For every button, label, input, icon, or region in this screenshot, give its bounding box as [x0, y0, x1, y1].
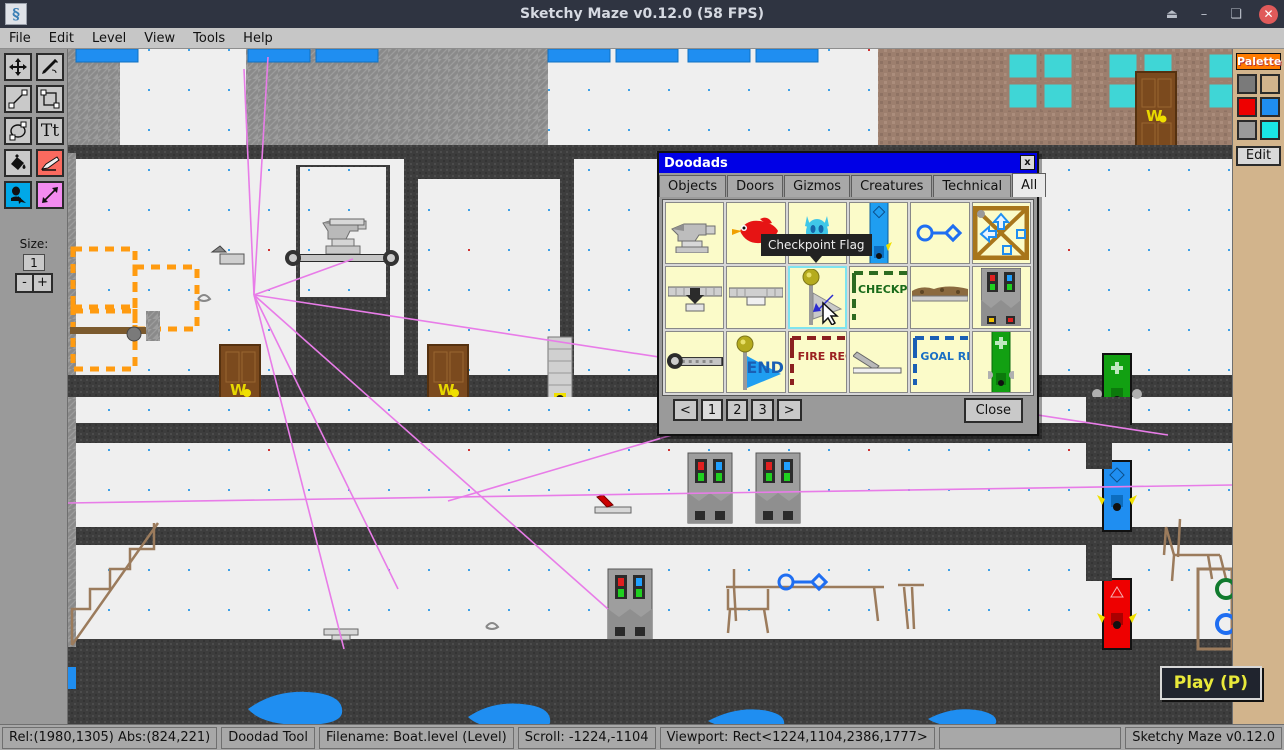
ellipse-tool[interactable]: [4, 117, 32, 145]
status-cursor-coords: Rel:(1980,1305) Abs:(824,221): [2, 726, 218, 749]
menu-tools[interactable]: Tools: [184, 28, 234, 49]
menu-view[interactable]: View: [135, 28, 184, 49]
doodad-green-door[interactable]: [971, 330, 1031, 393]
doodads-close-button[interactable]: Close: [963, 397, 1023, 423]
doodad-crumbly-floor[interactable]: [665, 266, 725, 329]
doodad-thin-platform[interactable]: [726, 266, 786, 329]
checkpoint-region-label: CHECKPOINT: [857, 283, 908, 297]
pan-tool[interactable]: [4, 53, 32, 81]
page-prev-button[interactable]: <: [673, 399, 698, 421]
doodads-grid: CHECKPOINT: [665, 202, 1031, 393]
goal-region-label: GOAL REGION: [920, 349, 968, 363]
doodads-grid-container: CHECKPOINT: [662, 199, 1034, 396]
menu-help[interactable]: Help: [234, 28, 282, 49]
page-1-button[interactable]: 1: [700, 399, 724, 421]
doodad-exit-flag[interactable]: END: [726, 330, 786, 393]
level-artwork: W W W: [68, 49, 1232, 724]
tab-gizmos[interactable]: Gizmos: [784, 175, 851, 197]
doodad-box[interactable]: [971, 202, 1031, 265]
swatch-tan[interactable]: [1260, 74, 1280, 94]
doodads-dialog-title: Doodads: [664, 155, 728, 171]
doodads-pagination: < 1 2 3 >: [673, 399, 802, 421]
exit-flag-label: END: [746, 357, 784, 377]
rectangle-tool[interactable]: [36, 85, 64, 113]
brush-size-increase-button[interactable]: +: [34, 273, 53, 293]
doodads-dialog[interactable]: Doodads x Objects Doors Gizmos Creatures…: [657, 151, 1047, 436]
doodad-electric-door[interactable]: [971, 266, 1031, 329]
close-icon[interactable]: ✕: [1259, 4, 1278, 24]
workspace: Tt Size: 1 - + W W W Palette Edit Play (…: [0, 49, 1284, 724]
swatch-solid-gray[interactable]: [1237, 74, 1257, 94]
maximize-icon[interactable]: ❏: [1227, 5, 1245, 23]
swatch-blue[interactable]: [1260, 97, 1280, 117]
minimize-icon[interactable]: –: [1195, 5, 1213, 23]
brush-size-decrease-button[interactable]: -: [15, 273, 34, 293]
window-title: Sketchy Maze v0.12.0 (58 FPS): [519, 6, 765, 22]
eject-icon[interactable]: ⏏: [1163, 5, 1181, 23]
tab-creatures[interactable]: Creatures: [851, 175, 933, 197]
tooltip: Checkpoint Flag: [761, 234, 872, 263]
status-filename: Filename: Boat.level (Level): [319, 726, 514, 749]
doodad-blue-key[interactable]: [910, 202, 970, 265]
page-3-button[interactable]: 3: [751, 399, 774, 421]
title-bar: § Sketchy Maze v0.12.0 (58 FPS) ⏏ – ❏ ✕: [0, 0, 1284, 28]
status-filler: [938, 726, 1122, 749]
doodad-checkpoint-region[interactable]: CHECKPOINT: [848, 266, 909, 329]
fill-tool[interactable]: [4, 149, 32, 177]
doodads-dialog-titlebar: Doodads x: [659, 153, 1037, 173]
doodad-goal-region[interactable]: GOAL REGION: [910, 330, 970, 393]
doodads-dialog-footer: < 1 2 3 > Close: [659, 386, 1037, 434]
page-2-button[interactable]: 2: [726, 399, 749, 421]
fire-region-label: FIRE REGION: [797, 349, 846, 363]
level-canvas[interactable]: W W W: [68, 49, 1232, 724]
svg-text:W: W: [1146, 107, 1163, 125]
status-viewport: Viewport: Rect<1224,1104,2386,1777>: [659, 726, 935, 749]
window-controls: ⏏ – ❏ ✕: [1163, 0, 1278, 28]
status-active-tool: Doodad Tool: [221, 726, 315, 749]
swatch-cyan[interactable]: [1260, 120, 1280, 140]
tab-all[interactable]: All: [1012, 173, 1047, 197]
palette-edit-button[interactable]: Edit: [1236, 146, 1281, 166]
menu-edit[interactable]: Edit: [40, 28, 83, 49]
tab-doors[interactable]: Doors: [727, 175, 784, 197]
menu-bar: File Edit Level View Tools Help: [0, 28, 1284, 49]
tab-objects[interactable]: Objects: [659, 175, 727, 197]
doodad-checkpoint-flag[interactable]: [787, 266, 847, 329]
page-next-button[interactable]: >: [776, 399, 802, 421]
palette-swatches: [1233, 70, 1284, 140]
brush-size-control: Size: 1 - +: [0, 237, 68, 293]
brush-size-label: Size:: [19, 237, 49, 251]
line-tool[interactable]: [4, 85, 32, 113]
pencil-tool[interactable]: [36, 53, 64, 81]
status-bar: Rel:(1980,1305) Abs:(824,221) Doodad Too…: [0, 724, 1284, 750]
eraser-tool[interactable]: [36, 149, 64, 177]
doodad-conveyor-belt[interactable]: [665, 330, 725, 393]
text-tool-label: Tt: [40, 120, 60, 141]
status-scroll: Scroll: -1224,-1104: [517, 726, 656, 749]
tool-palette: Tt Size: 1 - +: [0, 49, 68, 724]
doodad-fire-region[interactable]: FIRE REGION: [787, 330, 847, 393]
dialog-close-icon[interactable]: x: [1020, 155, 1035, 170]
color-palette-panel: Palette Edit: [1232, 49, 1284, 724]
menu-level[interactable]: Level: [83, 28, 135, 49]
doodad-dirt-shelf[interactable]: [910, 266, 970, 329]
doodads-tabs: Objects Doors Gizmos Creatures Technical…: [659, 173, 1047, 197]
swatch-red[interactable]: [1237, 97, 1257, 117]
link-tool[interactable]: [36, 181, 64, 209]
tab-technical[interactable]: Technical: [933, 175, 1012, 197]
brush-size-value: 1: [23, 254, 45, 271]
menu-file[interactable]: File: [0, 28, 40, 49]
text-tool[interactable]: Tt: [36, 117, 64, 145]
status-version: Sketchy Maze v0.12.0: [1125, 726, 1282, 749]
doodad-anvil[interactable]: [665, 202, 725, 265]
doodad-tool[interactable]: [4, 181, 32, 209]
palette-header: Palette: [1236, 53, 1282, 70]
doodad-small-ramp[interactable]: [848, 330, 909, 393]
play-button[interactable]: Play (P): [1159, 666, 1262, 700]
swatch-gray[interactable]: [1237, 120, 1257, 140]
